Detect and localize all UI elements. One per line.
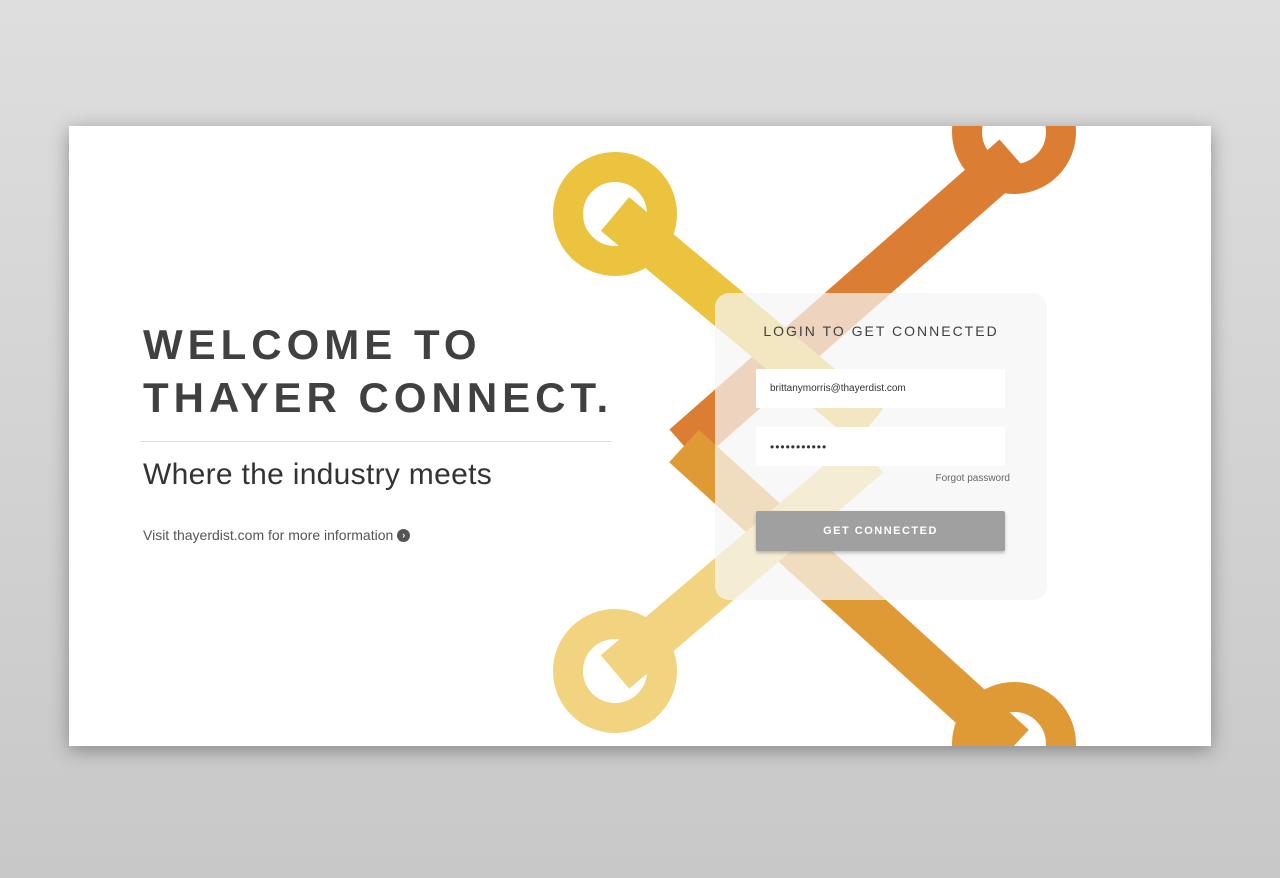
- tagline: Where the industry meets: [143, 458, 493, 491]
- divider: [141, 441, 611, 442]
- visit-website-link[interactable]: Visit thayerdist.com for more informatio…: [143, 527, 411, 543]
- welcome-line-2: THAYER CONNECT.: [143, 374, 614, 421]
- visit-link-label: Visit thayerdist.com for more informatio…: [143, 527, 394, 543]
- login-panel: LOGIN TO GET CONNECTED Forgot password G…: [715, 293, 1047, 600]
- forgot-password-link[interactable]: Forgot password: [936, 473, 1010, 484]
- password-field[interactable]: [756, 427, 1005, 466]
- welcome-line-1: WELCOME TO: [143, 321, 482, 368]
- email-field[interactable]: [756, 369, 1005, 408]
- orange-ring-top: [952, 126, 1076, 194]
- welcome-heading: WELCOME TO THAYER CONNECT.: [143, 318, 613, 424]
- login-card: WELCOME TO THAYER CONNECT. Where the ind…: [69, 126, 1211, 746]
- chevron-right-circle-icon: ›: [397, 528, 411, 542]
- login-title: LOGIN TO GET CONNECTED: [763, 323, 999, 339]
- get-connected-button[interactable]: GET CONNECTED: [756, 511, 1005, 551]
